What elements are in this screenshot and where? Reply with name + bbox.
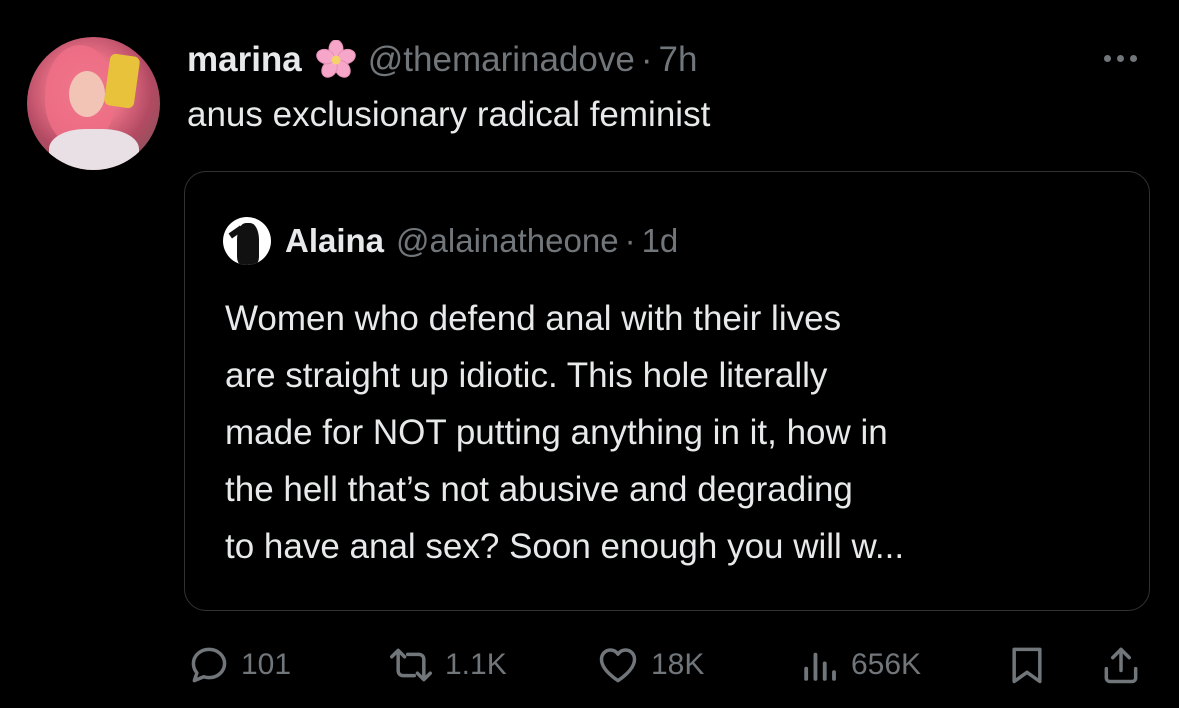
bookmark-button[interactable] (1005, 638, 1049, 692)
avatar-phone (103, 53, 141, 109)
separator-dot: · (640, 40, 653, 79)
more-dot (1130, 54, 1137, 62)
views-icon (804, 652, 836, 681)
quoted-text-line: are straight up idiotic. This hole liter… (225, 356, 828, 395)
separator-dot: · (624, 222, 636, 259)
bookmark-icon (1012, 647, 1042, 684)
post-time[interactable]: 7h (659, 40, 698, 80)
flower-icon (315, 40, 356, 78)
share-button[interactable] (1099, 638, 1143, 692)
tweet-text: anus exclusionary radical feminist (187, 95, 711, 134)
views-button[interactable]: 656K (799, 638, 921, 692)
quoted-text-line: made for NOT putting anything in it, how… (225, 413, 888, 452)
quoted-author-handle[interactable]: @alainatheone (396, 222, 619, 260)
share-icon (1104, 647, 1138, 684)
author-name[interactable]: marina (187, 40, 302, 80)
author-avatar[interactable] (27, 37, 160, 170)
quoted-time: 1d (641, 222, 679, 259)
avatar-shirt (49, 129, 139, 170)
action-bar: 101 1.1K 18K 656K (187, 638, 1147, 692)
like-button[interactable]: 18K (595, 638, 704, 692)
quoted-text-line: Women who defend anal with their lives (225, 299, 842, 338)
more-options-icon[interactable] (1104, 48, 1150, 68)
quoted-text-line: to have anal sex? Soon enough you will w… (225, 527, 905, 566)
quoted-header: Alaina @alainatheone · 1d (223, 217, 679, 265)
more-dot (1117, 54, 1124, 62)
quoted-avatar[interactable] (223, 217, 271, 265)
heart-icon (599, 648, 637, 683)
avatar-face (69, 71, 105, 117)
quoted-author-name[interactable]: Alaina (285, 222, 384, 260)
like-count: 18K (651, 648, 705, 681)
quoted-text-line: the hell that’s not abusive and degradin… (225, 470, 853, 509)
reply-button[interactable]: 101 (187, 638, 291, 692)
views-count: 656K (851, 648, 922, 681)
author-handle[interactable]: @themarinadove (368, 40, 635, 80)
quoted-tweet[interactable]: Alaina @alainatheone · 1d Women who defe… (184, 171, 1150, 611)
repost-count: 1.1K (445, 648, 507, 681)
more-dot (1104, 54, 1111, 62)
tweet-header: marina @themarinadove · 7h (187, 37, 697, 83)
repost-button[interactable]: 1.1K (387, 638, 507, 692)
repost-icon (390, 648, 432, 682)
reply-icon (191, 647, 227, 683)
quoted-text: Women who defend anal with their lives a… (225, 290, 1125, 575)
reply-count: 101 (241, 648, 292, 681)
